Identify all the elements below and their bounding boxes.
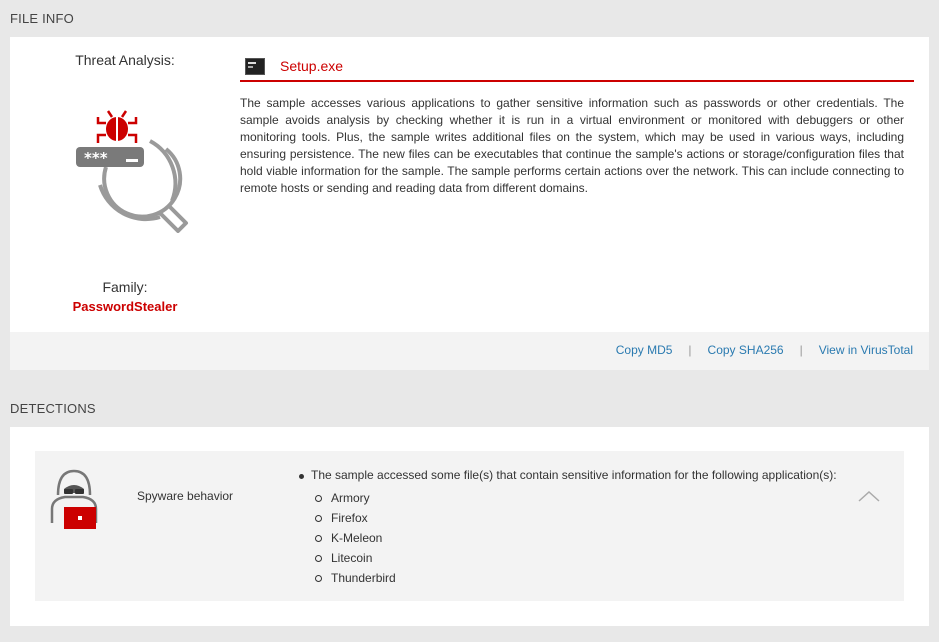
detection-summary: The sample accessed some file(s) that co… — [297, 468, 837, 588]
detection-summary-text: The sample accessed some file(s) that co… — [311, 468, 837, 482]
file-name: Setup.exe — [280, 58, 344, 74]
copy-md5-link[interactable]: Copy MD5 — [616, 343, 673, 357]
family-label: Family: — [102, 279, 148, 295]
copy-sha256-link[interactable]: Copy SHA256 — [708, 343, 784, 357]
list-item: K-Meleon — [311, 528, 837, 548]
list-item: Thunderbird — [311, 568, 837, 588]
file-info-section-title: FILE INFO — [10, 11, 74, 26]
threat-analysis-label: Threat Analysis: — [75, 52, 175, 68]
chevron-up-icon[interactable] — [857, 489, 881, 503]
application-list: Armory Firefox K-Meleon Litecoin Thunder… — [311, 488, 837, 588]
password-stealer-icon: *** — [76, 110, 188, 233]
list-item: Firefox — [311, 508, 837, 528]
svg-text:***: *** — [84, 149, 108, 167]
detection-label: Spyware behavior — [137, 489, 234, 503]
file-description: The sample accesses various applications… — [240, 96, 904, 195]
detection-item[interactable]: Spyware behavior The sample accessed som… — [35, 451, 904, 601]
link-separator: | — [688, 343, 692, 357]
footer-links: Copy MD5 | Copy SHA256 | View in VirusTo… — [616, 343, 913, 357]
file-header: Setup.exe — [240, 54, 914, 82]
view-virustotal-link[interactable]: View in VirusTotal — [819, 343, 913, 357]
detections-panel: Spyware behavior The sample accessed som… — [10, 427, 929, 626]
list-item: Litecoin — [311, 548, 837, 568]
threat-summary: Threat Analysis: *** Family: PasswordSte… — [10, 37, 240, 332]
detections-section-title: DETECTIONS — [10, 401, 96, 416]
executable-file-icon — [245, 58, 265, 75]
list-item: Armory — [311, 488, 837, 508]
detection-details: The sample accessed some file(s) that co… — [297, 468, 837, 588]
spyware-hacker-icon — [50, 469, 98, 529]
file-info-footer: Copy MD5 | Copy SHA256 | View in VirusTo… — [10, 332, 929, 370]
link-separator: | — [799, 343, 803, 357]
file-info-panel: Threat Analysis: *** Family: PasswordSte… — [10, 37, 929, 370]
family-value: PasswordStealer — [72, 299, 178, 314]
